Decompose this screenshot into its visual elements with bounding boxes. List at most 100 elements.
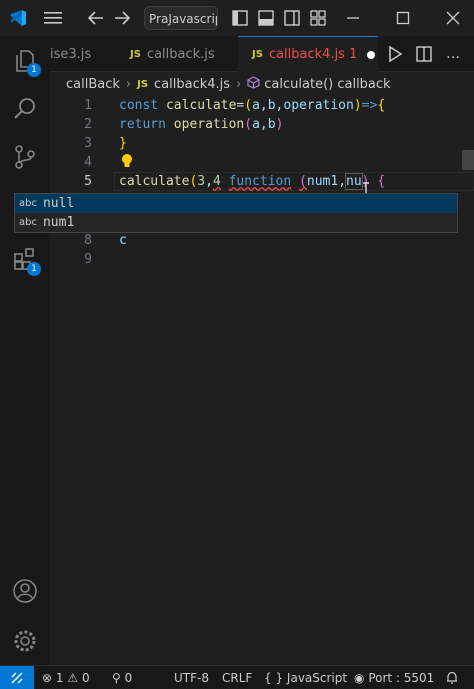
breadcrumb-file[interactable]: callback4.js xyxy=(154,77,230,92)
braces-icon: { } xyxy=(264,670,284,685)
brace-token: { xyxy=(377,174,386,189)
settings-gear-icon[interactable] xyxy=(8,624,42,658)
brace-token: { xyxy=(377,98,386,113)
suggestion-label: num1 xyxy=(42,215,75,230)
radio-tower-icon: ◉ xyxy=(354,670,365,685)
source-control-icon[interactable] xyxy=(8,140,42,174)
chevron-right-icon: › xyxy=(125,76,132,92)
explorer-badge: 1 xyxy=(27,63,41,77)
line-number: 9 xyxy=(84,252,92,267)
paren-token: ) xyxy=(353,98,362,113)
extensions-icon[interactable]: 1 xyxy=(8,242,42,276)
comma-token: , xyxy=(205,174,213,189)
vertical-scrollbar[interactable] xyxy=(462,150,474,170)
line-number: 1 xyxy=(84,98,92,113)
brace-token: } xyxy=(119,136,127,151)
breadcrumb-folder[interactable]: callBack xyxy=(66,77,120,92)
problems-status[interactable]: ⊗ 1 ⚠ 0 xyxy=(42,666,90,689)
tab-label: callback4.js 1 xyxy=(268,47,358,62)
extensions-badge: 1 xyxy=(27,262,41,276)
explorer-icon[interactable]: 1 xyxy=(8,44,42,78)
maximize-icon[interactable] xyxy=(396,8,410,28)
tab-callback[interactable]: JS callback.js xyxy=(130,36,215,72)
accounts-icon[interactable] xyxy=(8,574,42,608)
toggle-secondary-sidebar-icon[interactable] xyxy=(284,8,300,28)
identifier-token: calculate xyxy=(165,98,237,113)
broadcast-icon: ⚲ xyxy=(112,670,121,685)
vscode-logo-icon xyxy=(8,8,28,28)
tab-ise3[interactable]: ise3.js xyxy=(50,36,110,72)
suggest-widget: abc null abc num1 xyxy=(14,193,458,233)
notifications-bell-icon[interactable] xyxy=(446,666,458,689)
breadcrumb-symbol[interactable]: calculate() callback xyxy=(264,77,390,92)
error-icon: ⊗ xyxy=(42,670,53,685)
function-cube-icon xyxy=(247,75,260,93)
tab-callback4-active[interactable]: JS callback4.js 1 xyxy=(238,36,378,72)
line-number: 2 xyxy=(84,117,92,132)
arrow-token: => xyxy=(361,98,378,113)
code-editor[interactable]: 1 2 3 4 5 8 9 const calculate=(a,b,opera… xyxy=(50,96,474,665)
title-bar: PraJavascript xyxy=(0,0,474,36)
customize-layout-icon[interactable] xyxy=(310,8,326,28)
js-file-icon: JS xyxy=(252,49,263,60)
call-token: operation xyxy=(173,117,245,132)
suggestion-item[interactable]: abc null xyxy=(15,194,457,213)
tab-label: callback.js xyxy=(146,46,215,62)
code-line-5: calculate(3,4 function (num1,nu) { xyxy=(119,172,385,191)
paren-token: ( xyxy=(244,98,253,113)
toggle-primary-sidebar-icon[interactable] xyxy=(232,8,248,28)
code-line-8: c xyxy=(119,233,127,248)
split-editor-icon[interactable] xyxy=(416,44,432,64)
menu-icon[interactable] xyxy=(44,8,62,28)
more-actions-icon[interactable]: … xyxy=(446,44,460,64)
status-bar: ⊗ 1 ⚠ 0 ⚲ 0 UTF-8 CRLF { } JavaScript ◉ … xyxy=(0,665,474,689)
word-suggestion-icon: abc xyxy=(19,217,37,228)
line-number: 4 xyxy=(84,155,92,170)
minimize-icon[interactable] xyxy=(346,8,360,28)
encoding-status[interactable]: UTF-8 xyxy=(174,666,209,689)
suggestion-item[interactable]: abc num1 xyxy=(15,213,457,232)
paren-token: ) xyxy=(275,117,284,132)
number-token-error: 4 xyxy=(212,174,221,189)
paren-token: ( xyxy=(299,174,307,189)
ports-count: 0 xyxy=(124,670,133,685)
word-suggestion-icon: abc xyxy=(19,198,37,209)
keyword-token: return xyxy=(119,117,166,132)
paren-token: ( xyxy=(244,117,253,132)
command-center-text: PraJavascript xyxy=(149,12,217,26)
run-play-icon[interactable] xyxy=(388,44,402,64)
editor-tab-bar: ise3.js JS callback.js JS callback4.js 1… xyxy=(50,36,474,72)
args-token: a,b xyxy=(252,117,276,132)
warning-count: 0 xyxy=(81,670,90,685)
keyword-token-error: function xyxy=(228,174,292,189)
unsaved-dot-icon[interactable] xyxy=(367,50,376,59)
js-file-icon: JS xyxy=(137,78,149,90)
command-center-search[interactable]: PraJavascript xyxy=(144,6,218,30)
live-server-status[interactable]: ◉ Port : 5501 xyxy=(354,666,434,689)
line-number-active: 5 xyxy=(84,174,92,189)
toggle-panel-icon[interactable] xyxy=(258,8,274,28)
param-token-typing: nu xyxy=(345,173,363,190)
back-arrow-icon[interactable] xyxy=(88,8,104,28)
error-count: 1 xyxy=(55,670,64,685)
language-status[interactable]: { } JavaScript xyxy=(264,666,347,689)
ports-status[interactable]: ⚲ 0 xyxy=(112,666,132,689)
tab-label: ise3.js xyxy=(50,46,92,62)
breadcrumb: callBack › JS callback4.js › calculate()… xyxy=(50,72,474,96)
remote-indicator-icon[interactable] xyxy=(0,666,34,689)
close-window-icon[interactable] xyxy=(446,8,460,28)
forward-arrow-icon[interactable] xyxy=(114,8,130,28)
call-token: calculate xyxy=(119,174,190,189)
lightbulb-icon[interactable] xyxy=(120,153,134,173)
search-icon[interactable] xyxy=(8,92,42,126)
activity-bar: 1 1 xyxy=(0,36,50,665)
language-label: JavaScript xyxy=(286,670,348,685)
code-line-1: const calculate=(a,b,operation)=>{ xyxy=(119,96,385,115)
code-line-3: } xyxy=(119,134,127,153)
eol-status[interactable]: CRLF xyxy=(222,666,252,689)
param-token: num1 xyxy=(306,174,339,189)
code-line-2: return operation(a,b) xyxy=(119,115,283,134)
line-number: 8 xyxy=(84,233,92,248)
line-number: 3 xyxy=(84,136,92,151)
keyword-token: const xyxy=(119,98,159,113)
